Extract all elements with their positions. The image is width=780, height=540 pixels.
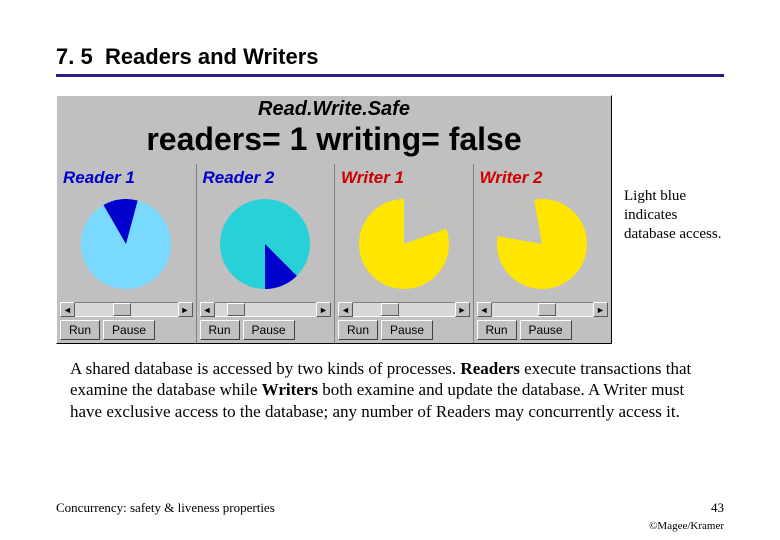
run-button[interactable]: Run [338,320,378,340]
speed-scrollbar[interactable]: ◄ ► [338,302,470,317]
thread-column: Reader 1 ◄ ► Run Pause [57,164,196,343]
scroll-thumb[interactable] [538,303,556,316]
speed-scrollbar[interactable]: ◄ ► [60,302,193,317]
title-rule [56,74,724,77]
legend-caption: Light blue indicates database access. [624,95,724,243]
slide-footer: Concurrency: safety & liveness propertie… [56,500,724,516]
thread-column: Reader 2 ◄ ► Run Pause [196,164,335,343]
applet-state-line: readers= 1 writing= false [57,121,611,164]
button-row: Run Pause [57,320,196,343]
pie-chart [335,190,473,300]
button-row: Run Pause [474,320,612,343]
thread-column: Writer 2 ◄ ► Run Pause [473,164,612,343]
section-name: Readers and Writers [105,44,319,69]
pause-button[interactable]: Pause [103,320,155,340]
footer-page: 43 [711,500,724,516]
button-row: Run Pause [335,320,473,343]
footer-copyright: ©Magee/Kramer [649,520,724,532]
thread-title: Reader 2 [197,164,335,190]
thread-title: Reader 1 [57,164,196,190]
thread-column: Writer 1 ◄ ► Run Pause [334,164,473,343]
applet-title: Read.Write.Safe [57,96,611,121]
pause-button[interactable]: Pause [520,320,572,340]
pie-chart [474,190,612,300]
body-text: A shared database is accessed by two kin… [70,358,710,422]
pause-button[interactable]: Pause [381,320,433,340]
thread-title: Writer 2 [474,164,612,190]
scroll-right-icon[interactable]: ► [455,302,470,317]
scroll-right-icon[interactable]: ► [178,302,193,317]
button-row: Run Pause [197,320,335,343]
scroll-track[interactable] [492,302,594,317]
run-button[interactable]: Run [200,320,240,340]
pause-button[interactable]: Pause [243,320,295,340]
scroll-track[interactable] [75,302,178,317]
section-number: 7. 5 [56,44,93,69]
scroll-track[interactable] [215,302,317,317]
scroll-right-icon[interactable]: ► [316,302,331,317]
scroll-left-icon[interactable]: ◄ [200,302,215,317]
scroll-track[interactable] [353,302,455,317]
applet-panel: Read.Write.Safe readers= 1 writing= fals… [56,95,612,344]
pie-chart [57,190,196,300]
section-title: 7. 5 Readers and Writers [56,44,724,70]
scroll-right-icon[interactable]: ► [593,302,608,317]
speed-scrollbar[interactable]: ◄ ► [477,302,609,317]
scroll-thumb[interactable] [227,303,245,316]
footer-left: Concurrency: safety & liveness propertie… [56,500,275,516]
speed-scrollbar[interactable]: ◄ ► [200,302,332,317]
scroll-thumb[interactable] [113,303,131,316]
thread-title: Writer 1 [335,164,473,190]
scroll-left-icon[interactable]: ◄ [338,302,353,317]
scroll-left-icon[interactable]: ◄ [477,302,492,317]
scroll-thumb[interactable] [381,303,399,316]
run-button[interactable]: Run [60,320,100,340]
pie-chart [197,190,335,300]
run-button[interactable]: Run [477,320,517,340]
scroll-left-icon[interactable]: ◄ [60,302,75,317]
